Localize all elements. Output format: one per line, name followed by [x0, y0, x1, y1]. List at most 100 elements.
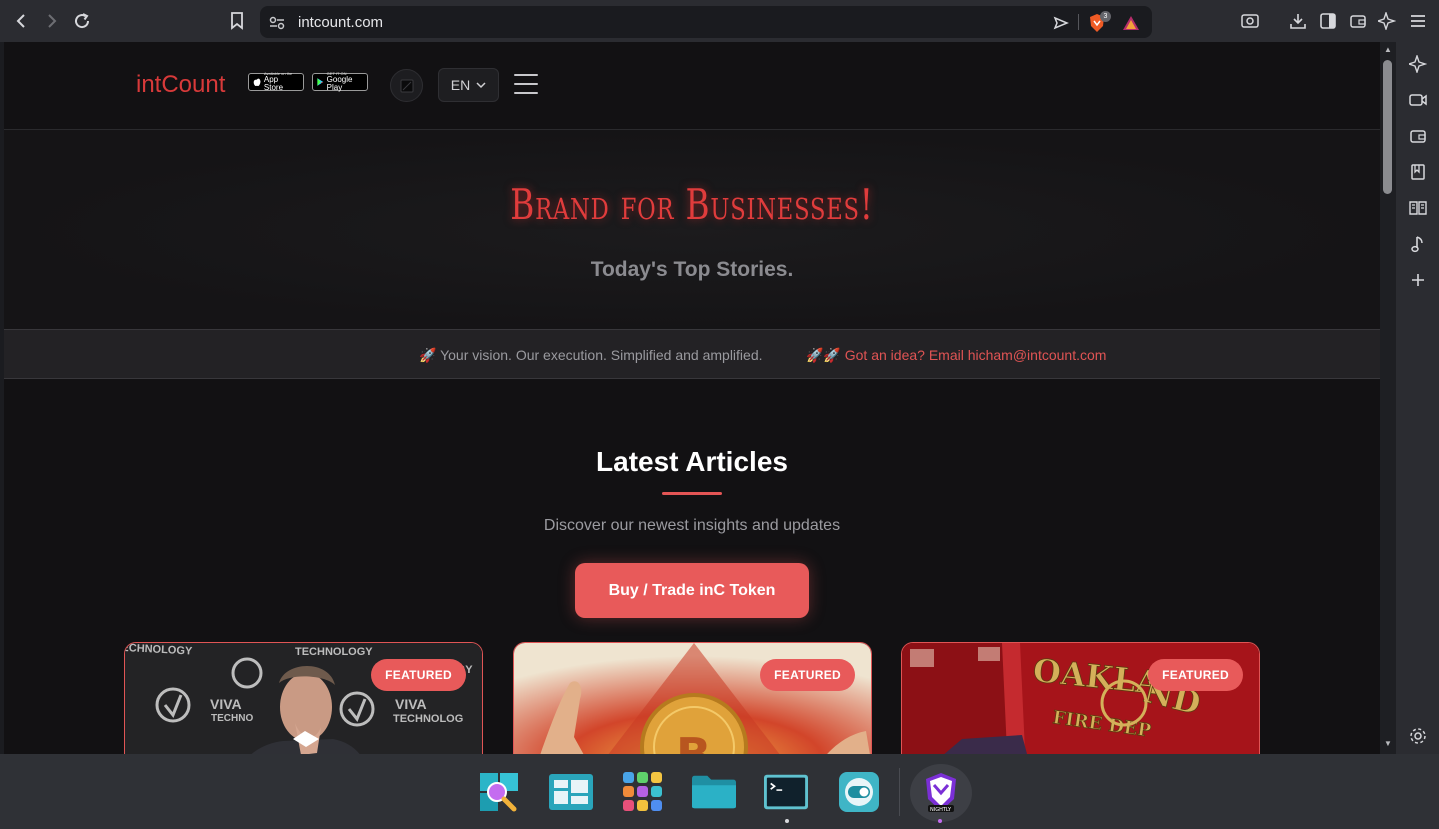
search-app-icon [480, 773, 518, 812]
dock-brave-nightly[interactable]: NIGHTLY [910, 764, 972, 822]
terminal-icon [764, 774, 808, 810]
brave-shields-icon[interactable]: 3 [1088, 11, 1111, 32]
dock-app-grid[interactable] [621, 770, 665, 814]
svg-text:TECHNOLOG: TECHNOLOG [393, 713, 463, 725]
running-indicator [938, 819, 942, 823]
svg-text:VIVA: VIVA [210, 696, 242, 712]
taskbar-dock: NIGHTLY [0, 754, 1439, 829]
browser-side-panel [1396, 42, 1439, 754]
svg-text:TECHNOLOGY: TECHNOLOGY [295, 646, 373, 658]
shields-count-badge: 3 [1100, 11, 1111, 22]
featured-badge: FEATURED [1148, 659, 1243, 691]
reload-icon [75, 13, 90, 29]
language-selector[interactable]: EN [438, 68, 499, 102]
theme-toggle-button[interactable] [390, 69, 423, 102]
sidebar-toggle-button[interactable] [1315, 8, 1341, 34]
article-card[interactable]: TECHNOLOGY TECHNOLOGY TECHNOLOGY VIVA TE… [124, 642, 483, 754]
buy-token-button[interactable]: Buy / Trade inC Token [575, 563, 809, 618]
site-info-icon[interactable] [268, 14, 286, 32]
playlist-button[interactable] [1408, 234, 1428, 254]
ticker-email-link[interactable]: 🚀🚀 Got an idea? Email hicham@intcount.co… [806, 347, 1106, 364]
downloads-button[interactable] [1285, 8, 1311, 34]
running-indicator [785, 819, 789, 823]
main-menu-button[interactable] [1405, 8, 1431, 34]
svg-text:VIVA: VIVA [395, 696, 427, 712]
download-icon [1290, 14, 1306, 29]
sidebar-icon [1320, 13, 1336, 29]
app-store-badge[interactable]: Available on the App Store [248, 72, 304, 92]
bookmarks-panel-button[interactable] [1408, 162, 1428, 182]
dock-window-manager[interactable] [549, 770, 593, 814]
app-grid-icon [623, 772, 662, 811]
browser-toolbar: intcount.com 3 [0, 0, 1439, 42]
side-panel-settings-button[interactable] [1408, 726, 1428, 746]
article-card[interactable]: OAKLA ND FIRE DEP FEATURED [901, 642, 1260, 754]
leo-panel-button[interactable] [1408, 54, 1428, 74]
svg-text:TECHNO: TECHNO [211, 713, 253, 724]
video-icon [1409, 94, 1427, 106]
add-panel-button[interactable] [1408, 270, 1428, 290]
dock-files[interactable] [692, 770, 736, 814]
section-title: Latest Articles [596, 446, 788, 477]
leo-ai-button[interactable] [1374, 8, 1400, 34]
address-bar[interactable]: intcount.com 3 [260, 6, 1152, 38]
bookmark-button[interactable] [224, 8, 250, 34]
bookmark-icon [231, 12, 243, 30]
screenshot-search-button[interactable] [1237, 8, 1263, 34]
svg-text:NIGHTLY: NIGHTLY [930, 807, 952, 813]
hero-subtitle: Today's Top Stories. [590, 258, 794, 281]
ticker-item: 🚀 Your vision. Our execution. Simplified… [419, 347, 763, 363]
folder-icon [692, 775, 736, 809]
gear-icon [1410, 728, 1426, 744]
plus-icon [1412, 274, 1424, 286]
url-text[interactable]: intcount.com [298, 14, 383, 31]
dock-terminal[interactable] [764, 770, 808, 814]
hamburger-icon [1411, 15, 1425, 27]
page-viewport: intCount Available on the App Store GET … [4, 42, 1380, 754]
divider [1078, 14, 1079, 30]
reload-button[interactable] [69, 8, 95, 34]
scroll-thumb[interactable] [1383, 60, 1392, 194]
display-icon [400, 79, 413, 92]
hero-title: Brand for Businesses! [510, 180, 874, 229]
dock-settings-toggle[interactable] [837, 770, 881, 814]
scroll-up-arrow[interactable]: ▲ [1383, 45, 1393, 55]
music-note-icon [1411, 236, 1423, 253]
article-card[interactable]: B FEATURED [513, 642, 872, 754]
wallet-button[interactable] [1345, 8, 1371, 34]
reading-list-button[interactable] [1408, 198, 1428, 218]
dock-search-app[interactable] [477, 770, 521, 814]
brave-rewards-icon[interactable] [1122, 14, 1140, 32]
dock-separator [899, 768, 900, 816]
scroll-down-arrow[interactable]: ▼ [1383, 739, 1393, 749]
toggle-app-icon [839, 772, 879, 812]
section-description: Discover our newest insights and updates [543, 517, 841, 534]
sparkle-icon [1409, 55, 1427, 73]
forward-button[interactable] [38, 8, 64, 34]
page-scrollbar[interactable]: ▲ ▼ [1380, 42, 1396, 754]
chevron-right-icon [48, 14, 57, 28]
wallet-icon [1350, 15, 1366, 28]
windows-app-icon [549, 774, 593, 810]
wallet-icon [1410, 130, 1426, 143]
apple-icon [253, 78, 261, 86]
send-icon[interactable] [1052, 14, 1070, 32]
hamburger-icon [514, 74, 538, 76]
site-header: intCount Available on the App Store GET … [4, 42, 1380, 130]
featured-badge: FEATURED [371, 659, 466, 691]
featured-badge: FEATURED [760, 659, 855, 691]
video-call-button[interactable] [1408, 90, 1428, 110]
title-underline [662, 492, 722, 495]
language-label: EN [450, 77, 471, 93]
google-play-badge[interactable]: GET IT ON Google Play [312, 72, 368, 92]
nav-menu-button[interactable] [514, 74, 538, 94]
app-store-label: App Store [263, 75, 284, 92]
chevron-left-icon [16, 14, 25, 28]
bookmarks-icon [1411, 164, 1425, 180]
wallet-panel-button[interactable] [1408, 126, 1428, 146]
site-logo[interactable]: intCount [136, 71, 225, 99]
back-button[interactable] [9, 8, 35, 34]
page-search-icon [1241, 14, 1259, 28]
svg-text:B: B [676, 728, 711, 754]
google-play-icon [317, 78, 324, 86]
